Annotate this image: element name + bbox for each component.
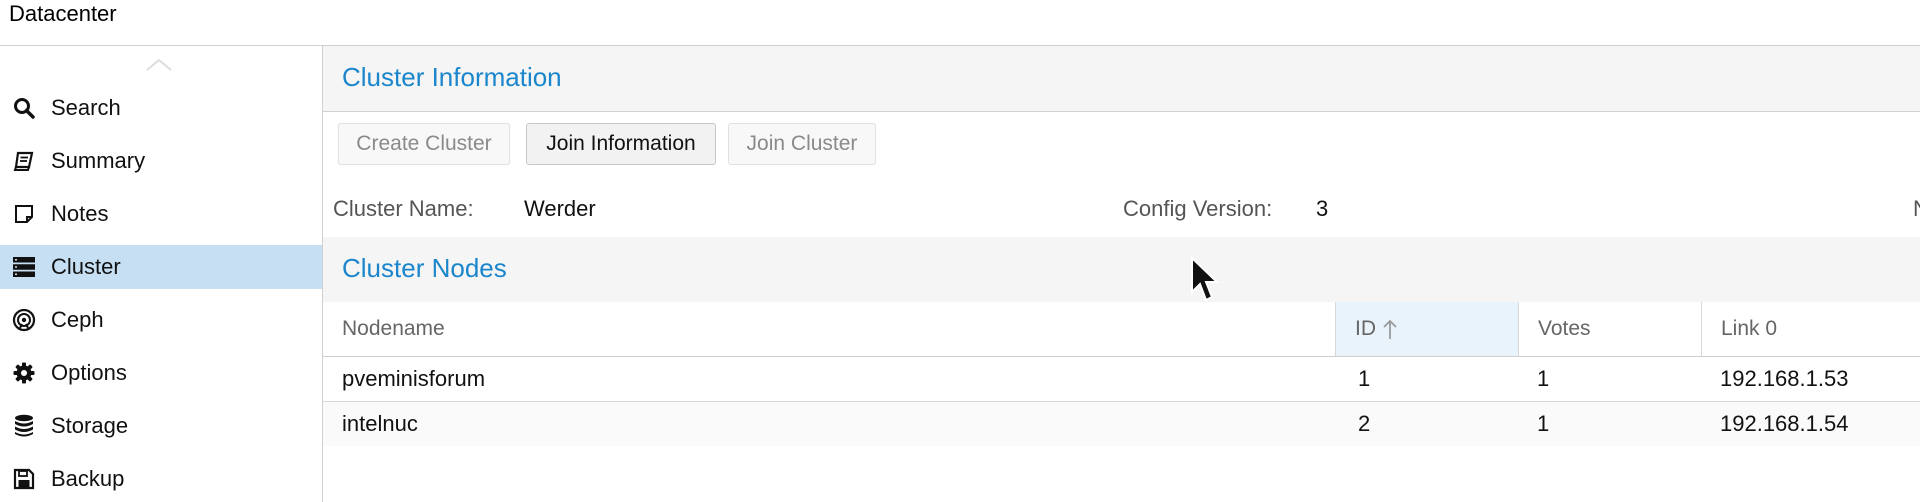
- nodename-cell: intelnuc: [342, 411, 418, 436]
- panel-title: Cluster Information: [342, 62, 562, 92]
- sidebar-item-label: Search: [51, 95, 121, 120]
- database-icon: [12, 414, 36, 438]
- search-icon: [12, 96, 36, 120]
- truncated-label: N: [1913, 196, 1920, 222]
- floppy-icon: [12, 467, 36, 491]
- nodename-cell: pveminisforum: [342, 366, 486, 391]
- sidebar-item-label: Options: [51, 360, 127, 385]
- ceph-icon: [12, 308, 36, 332]
- column-header-nodename[interactable]: Nodename: [323, 302, 1335, 356]
- note-icon: [12, 202, 36, 226]
- nodes-grid-header: Nodename ID Votes Link 0: [323, 302, 1920, 357]
- column-label: Votes: [1538, 317, 1591, 340]
- top-bar: Datacenter: [0, 0, 1920, 46]
- column-header-votes[interactable]: Votes: [1518, 302, 1701, 356]
- sidebar-item-ceph[interactable]: Ceph: [0, 298, 322, 342]
- server-icon: [12, 255, 36, 279]
- config-version-label: Config Version:: [1123, 196, 1273, 221]
- sidebar-item-label: Backup: [51, 466, 125, 491]
- column-header-id[interactable]: ID: [1335, 302, 1518, 356]
- cluster-name-label: Cluster Name:: [333, 196, 474, 221]
- sort-ascending-icon: [1383, 319, 1397, 339]
- column-header-link0[interactable]: Link 0: [1701, 302, 1920, 356]
- id-cell: 2: [1358, 411, 1371, 436]
- cluster-nodes-header: Cluster Nodes: [323, 237, 1920, 303]
- sidebar-item-notes[interactable]: Notes: [0, 192, 322, 236]
- sidebar-item-search[interactable]: Search: [0, 86, 322, 130]
- table-row[interactable]: pveminisforum 1 1 192.168.1.53: [323, 357, 1920, 402]
- link0-cell: 192.168.1.54: [1720, 411, 1849, 436]
- sidebar-item-backup[interactable]: Backup: [0, 457, 322, 501]
- sidebar-item-label: Cluster: [51, 254, 121, 279]
- sidebar-item-storage[interactable]: Storage: [0, 404, 322, 448]
- sidebar-item-label: Summary: [51, 148, 146, 173]
- scroll-up-icon[interactable]: [145, 58, 173, 72]
- cluster-name-value: Werder: [524, 196, 596, 221]
- sidebar-item-label: Storage: [51, 413, 129, 438]
- sidebar-item-cluster[interactable]: Cluster: [0, 245, 322, 289]
- config-version-value: 3: [1316, 196, 1329, 221]
- column-label: Link 0: [1721, 317, 1778, 340]
- join-cluster-button[interactable]: Join Cluster: [728, 123, 876, 165]
- sidebar-item-options[interactable]: Options: [0, 351, 322, 395]
- datacenter-title: Datacenter: [9, 1, 117, 26]
- votes-cell: 1: [1537, 366, 1550, 391]
- link0-cell: 192.168.1.53: [1720, 366, 1849, 391]
- sidebar-item-summary[interactable]: Summary: [0, 139, 322, 183]
- sidebar: Search Summary Notes Cluster Ceph Option…: [0, 46, 323, 502]
- mouse-cursor-icon: [1191, 256, 1220, 302]
- create-cluster-button[interactable]: Create Cluster: [338, 123, 510, 165]
- gear-icon: [12, 361, 36, 385]
- column-label: ID: [1355, 317, 1376, 340]
- join-information-button[interactable]: Join Information: [526, 123, 716, 165]
- main-panel: Cluster Information Create Cluster Join …: [323, 46, 1920, 502]
- table-row[interactable]: intelnuc 2 1 192.168.1.54: [323, 402, 1920, 446]
- votes-cell: 1: [1537, 411, 1550, 436]
- sidebar-item-label: Notes: [51, 201, 109, 226]
- panel-title: Cluster Nodes: [342, 253, 507, 283]
- column-label: Nodename: [342, 317, 445, 340]
- cluster-information-header: Cluster Information: [323, 46, 1920, 112]
- id-cell: 1: [1358, 366, 1371, 391]
- book-icon: [12, 149, 36, 173]
- sidebar-item-label: Ceph: [51, 307, 104, 332]
